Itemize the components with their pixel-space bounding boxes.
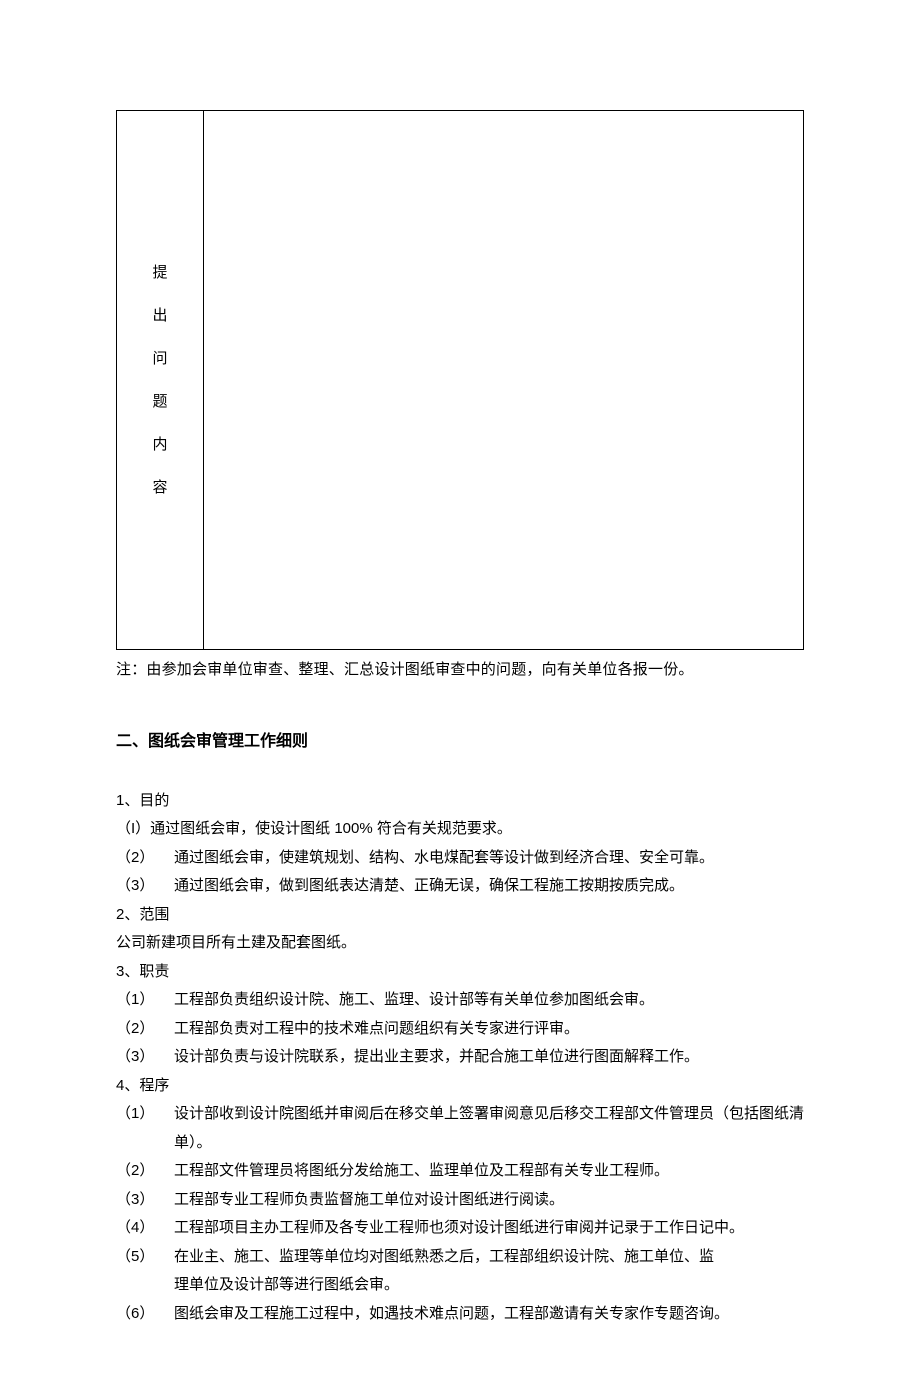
list-number: （2）: [116, 1015, 174, 1044]
list-number: （2）: [116, 1157, 174, 1186]
procedure-item-4: （4） 工程部项目主办工程师及各专业工程师也须对设计图纸进行审阅并记录于工作日记…: [116, 1214, 804, 1243]
list-text: 设计部收到设计院图纸并审阅后在移交单上签署审阅意见后移交工程部文件管理员（包括图…: [174, 1100, 804, 1157]
label-char-4: 题: [152, 394, 167, 409]
list-number: （4）: [116, 1214, 174, 1243]
purpose-item-2: （2） 通过图纸会审，使建筑规划、结构、水电煤配套等设计做到经济合理、安全可靠。: [116, 844, 804, 873]
list-number: （1）: [116, 1100, 174, 1157]
list-number: （3）: [116, 1043, 174, 1072]
scope-text: 公司新建项目所有土建及配套图纸。: [116, 929, 804, 958]
section-2-heading: 二、图纸会审管理工作细则: [116, 727, 804, 757]
scope-label: 2、范围: [116, 901, 804, 930]
list-text: 工程部专业工程师负责监督施工单位对设计图纸进行阅读。: [174, 1186, 804, 1215]
procedure-label: 4、程序: [116, 1072, 804, 1101]
list-text: 通过图纸会审，使建筑规划、结构、水电煤配套等设计做到经济合理、安全可靠。: [174, 844, 804, 873]
duty-item-1: （1） 工程部负责组织设计院、施工、监理、设计部等有关单位参加图纸会审。: [116, 986, 804, 1015]
label-char-2: 出: [152, 308, 167, 323]
issue-content-table: 提 出 问 题 内 容: [116, 110, 804, 650]
label-char-1: 提: [152, 265, 167, 280]
duty-label: 3、职责: [116, 958, 804, 987]
list-text: 工程部文件管理员将图纸分发给施工、监理单位及工程部有关专业工程师。: [174, 1157, 804, 1186]
table-content-cell: [204, 111, 804, 650]
list-text: 工程部负责对工程中的技术难点问题组织有关专家进行评审。: [174, 1015, 804, 1044]
list-number: （6）: [116, 1300, 174, 1329]
duty-item-2: （2） 工程部负责对工程中的技术难点问题组织有关专家进行评审。: [116, 1015, 804, 1044]
label-char-6: 容: [152, 480, 167, 495]
purpose-item-3: （3） 通过图纸会审，做到图纸表达清楚、正确无误，确保工程施工按期按质完成。: [116, 872, 804, 901]
purpose-item-1: （I）通过图纸会审，使设计图纸 100% 符合有关规范要求。: [116, 815, 804, 844]
list-text: 通过图纸会审，做到图纸表达清楚、正确无误，确保工程施工按期按质完成。: [174, 872, 804, 901]
procedure-item-6: （6） 图纸会审及工程施工过程中，如遇技术难点问题，工程部邀请有关专家作专题咨询…: [116, 1300, 804, 1329]
list-text: 设计部负责与设计院联系，提出业主要求，并配合施工单位进行图面解释工作。: [174, 1043, 804, 1072]
list-text: 图纸会审及工程施工过程中，如遇技术难点问题，工程部邀请有关专家作专题咨询。: [174, 1300, 804, 1329]
list-text: 工程部项目主办工程师及各专业工程师也须对设计图纸进行审阅并记录于工作日记中。: [174, 1214, 804, 1243]
duty-item-3: （3） 设计部负责与设计院联系，提出业主要求，并配合施工单位进行图面解释工作。: [116, 1043, 804, 1072]
list-number: （2）: [116, 844, 174, 873]
label-char-3: 问: [152, 351, 167, 366]
procedure-item-3: （3） 工程部专业工程师负责监督施工单位对设计图纸进行阅读。: [116, 1186, 804, 1215]
list-number: （3）: [116, 1186, 174, 1215]
procedure-item-1: （1） 设计部收到设计院图纸并审阅后在移交单上签署审阅意见后移交工程部文件管理员…: [116, 1100, 804, 1157]
table-label-cell: 提 出 问 题 内 容: [117, 111, 204, 650]
label-char-5: 内: [152, 437, 167, 452]
list-text: 工程部负责组织设计院、施工、监理、设计部等有关单位参加图纸会审。: [174, 986, 804, 1015]
vertical-label: 提 出 问 题 内 容: [117, 265, 203, 495]
list-number: （1）: [116, 986, 174, 1015]
list-text: 在业主、施工、监理等单位均对图纸熟悉之后，工程部组织设计院、施工单位、监: [174, 1243, 804, 1272]
procedure-item-5-line1: （5） 在业主、施工、监理等单位均对图纸熟悉之后，工程部组织设计院、施工单位、监: [116, 1243, 804, 1272]
list-number: （3）: [116, 872, 174, 901]
procedure-item-2: （2） 工程部文件管理员将图纸分发给施工、监理单位及工程部有关专业工程师。: [116, 1157, 804, 1186]
list-number: （5）: [116, 1243, 174, 1272]
purpose-label: 1、目的: [116, 787, 804, 816]
table-footnote: 注：由参加会审单位审查、整理、汇总设计图纸审查中的问题，向有关单位各报一份。: [116, 656, 804, 685]
procedure-item-5-line2: 理单位及设计部等进行图纸会审。: [116, 1271, 804, 1300]
